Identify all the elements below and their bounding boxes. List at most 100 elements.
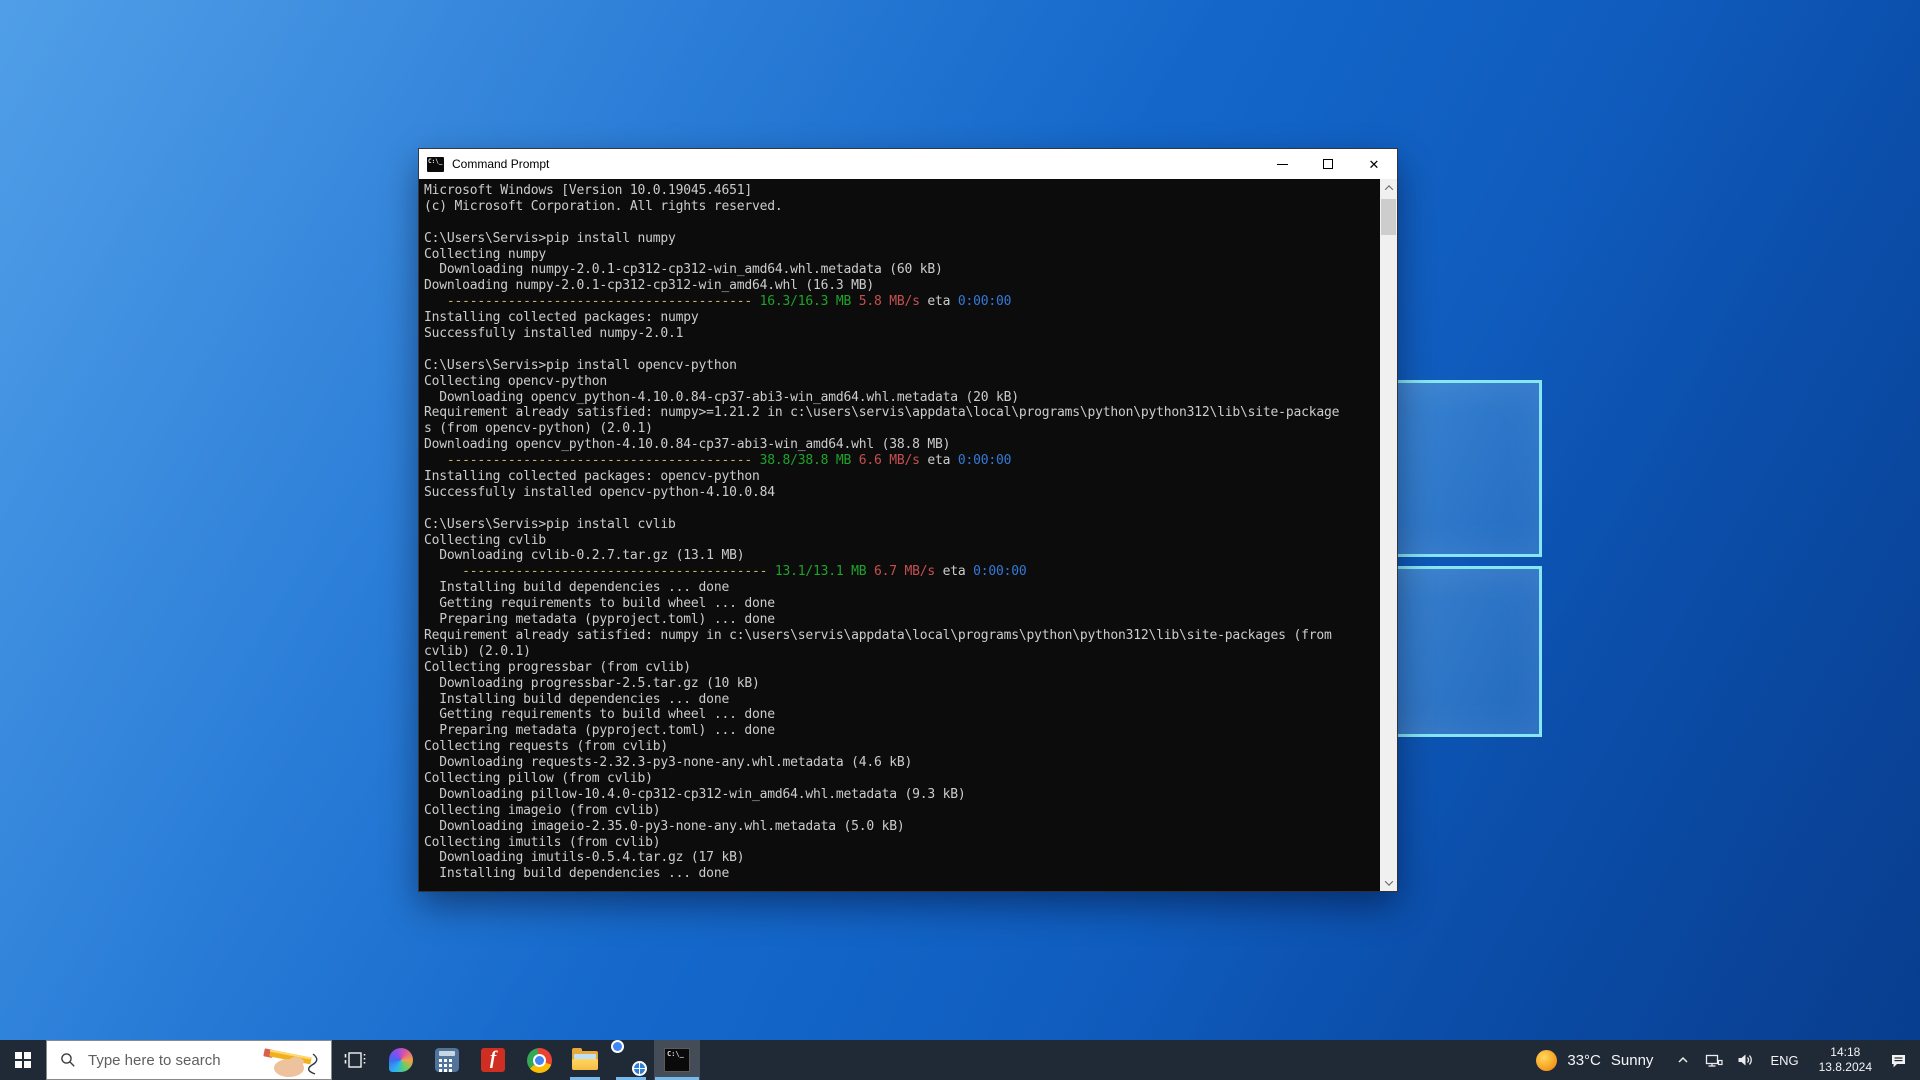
close-button[interactable]: ✕ <box>1351 149 1397 179</box>
cmd-window-icon: C:\_ <box>427 156 444 172</box>
terminal-line: Installing collected packages: opencv-py… <box>424 469 760 485</box>
terminal-line: Downloading progressbar-2.5.tar.gz (10 k… <box>424 675 760 691</box>
terminal-line: Downloading numpy-2.0.1-cp312-cp312-win_… <box>424 262 943 278</box>
terminal-line: Collecting pillow (from cvlib) <box>424 770 653 786</box>
terminal-line: ----------------------------------------… <box>462 564 1027 580</box>
terminal-output[interactable]: Microsoft Windows [Version 10.0.19045.46… <box>419 179 1380 891</box>
terminal-line: Collecting imutils (from cvlib) <box>424 834 661 850</box>
terminal-line: Installing build dependencies ... done <box>424 580 730 596</box>
copilot-icon <box>389 1048 413 1072</box>
terminal-line: Downloading opencv_python-4.10.0.84-cp37… <box>424 389 1019 405</box>
task-view-icon <box>344 1052 366 1068</box>
terminal-line: Collecting cvlib <box>424 532 547 548</box>
scrollbar[interactable] <box>1380 179 1397 891</box>
minimize-button[interactable] <box>1259 149 1305 179</box>
terminal-line: Getting requirements to build wheel ... … <box>424 596 775 612</box>
taskbar-item-task-view[interactable] <box>332 1040 378 1080</box>
clock-date: 13.8.2024 <box>1818 1060 1872 1074</box>
command-prompt-window: C:\_ Command Prompt ✕ Microsoft Windows … <box>419 149 1397 891</box>
hand-with-pencil-illustration <box>263 1048 318 1077</box>
terminal-line: Installing build dependencies ... done <box>424 691 730 707</box>
volume-icon <box>1738 1054 1753 1066</box>
terminal-line: Downloading imageio-2.35.0-py3-none-any.… <box>424 818 905 834</box>
weather-widget[interactable]: 33°C Sunny <box>1521 1049 1668 1071</box>
terminal-line: Downloading requests-2.32.3-py3-none-any… <box>424 755 913 771</box>
action-center-button[interactable] <box>1883 1040 1920 1080</box>
sun-icon <box>1536 1049 1558 1071</box>
action-center-icon <box>1892 1054 1905 1067</box>
start-button[interactable] <box>0 1040 46 1080</box>
terminal-line: Collecting numpy <box>424 246 547 262</box>
chrome-icon <box>526 1047 552 1073</box>
taskbar-item-copilot[interactable] <box>378 1040 424 1080</box>
terminal-line: (c) Microsoft Corporation. All rights re… <box>424 198 783 214</box>
weather-temperature: 33°C <box>1567 1051 1601 1069</box>
terminal-line: Installing collected packages: numpy <box>424 310 699 326</box>
taskbar-item-command-prompt[interactable]: C:\_ <box>654 1040 700 1080</box>
terminal-line: ----------------------------------------… <box>446 294 1012 310</box>
terminal-line: Successfully installed numpy-2.0.1 <box>424 326 684 342</box>
window-title: Command Prompt <box>452 157 550 171</box>
terminal-line: cvlib) (2.0.1) <box>424 643 531 659</box>
close-icon: ✕ <box>1368 156 1380 172</box>
taskbar: f C:\_ 33°C Sunny <box>0 1040 1920 1080</box>
terminal-line: Getting requirements to build wheel ... … <box>424 707 775 723</box>
command-prompt-icon: C:\_ <box>664 1048 690 1072</box>
taskbar-search[interactable] <box>46 1040 332 1080</box>
hidden-icons-button[interactable] <box>1668 1040 1698 1080</box>
taskbar-item-f-app[interactable]: f <box>470 1040 516 1080</box>
terminal-line: Collecting progressbar (from cvlib) <box>424 659 691 675</box>
minimize-icon <box>1276 163 1288 165</box>
terminal-line: Microsoft Windows [Version 10.0.19045.46… <box>424 183 752 198</box>
globe-badge-icon <box>631 1060 647 1076</box>
system-tray: 33°C Sunny ENG 14:18 13.8.2024 <box>1521 1040 1920 1080</box>
terminal-line: Collecting requests (from cvlib) <box>424 739 669 755</box>
clock-time: 14:18 <box>1830 1045 1861 1059</box>
scroll-down-button[interactable] <box>1380 874 1397 891</box>
calculator-icon <box>435 1048 459 1072</box>
language-indicator[interactable]: ENG <box>1761 1053 1807 1068</box>
maximize-button[interactable] <box>1305 149 1351 179</box>
scroll-up-button[interactable] <box>1380 179 1397 196</box>
scrollbar-thumb[interactable] <box>1381 199 1396 235</box>
title-bar[interactable]: C:\_ Command Prompt ✕ <box>419 149 1397 179</box>
volume-button[interactable] <box>1730 1040 1761 1080</box>
taskbar-item-calculator[interactable] <box>424 1040 470 1080</box>
terminal-line: C:\Users\Servis>pip install cvlib <box>424 516 676 532</box>
terminal-line: Collecting opencv-python <box>424 373 608 389</box>
windows-logo-icon <box>15 1052 31 1068</box>
terminal-line: Downloading imutils-0.5.4.tar.gz (17 kB) <box>424 850 745 866</box>
terminal-line: Preparing metadata (pyproject.toml) ... … <box>424 612 775 628</box>
chrome-profile-icon <box>618 1047 647 1076</box>
terminal-line: Downloading cvlib-0.2.7.tar.gz (13.1 MB) <box>424 548 745 564</box>
window-controls: ✕ <box>1259 149 1397 179</box>
terminal-line: ----------------------------------------… <box>446 453 1012 469</box>
desktop: C:\_ Command Prompt ✕ Microsoft Windows … <box>0 0 1920 1080</box>
weather-condition: Sunny <box>1610 1051 1654 1069</box>
file-explorer-icon <box>572 1047 598 1070</box>
terminal-line: Preparing metadata (pyproject.toml) ... … <box>424 723 775 739</box>
network-button[interactable] <box>1698 1040 1730 1080</box>
network-icon <box>1706 1054 1724 1067</box>
chevron-up-icon <box>1384 184 1393 194</box>
terminal-line: s (from opencv-python) (2.0.1) <box>424 421 653 437</box>
taskbar-item-file-explorer[interactable] <box>562 1040 608 1080</box>
terminal-line: Installing build dependencies ... done <box>424 866 730 882</box>
terminal-line: Successfully installed opencv-python-4.1… <box>424 484 775 500</box>
terminal-line: Downloading opencv_python-4.10.0.84-cp37… <box>424 437 951 453</box>
taskbar-item-chrome[interactable] <box>516 1040 562 1080</box>
search-input[interactable] <box>86 1050 261 1070</box>
taskbar-clock[interactable]: 14:18 13.8.2024 <box>1808 1045 1883 1075</box>
terminal-line: Collecting imageio (from cvlib) <box>424 802 661 818</box>
maximize-icon <box>1323 159 1333 169</box>
terminal-line: Downloading pillow-10.4.0-cp312-cp312-wi… <box>424 786 966 802</box>
terminal-line: C:\Users\Servis>pip install opencv-pytho… <box>424 357 737 373</box>
chevron-up-icon <box>1678 1056 1688 1063</box>
terminal-line: Requirement already satisfied: numpy>=1.… <box>424 405 1340 421</box>
taskbar-item-chrome-profile[interactable] <box>608 1040 654 1080</box>
terminal-line: C:\Users\Servis>pip install numpy <box>424 230 676 246</box>
search-icon <box>61 1053 75 1067</box>
terminal-line: Requirement already satisfied: numpy in … <box>424 627 1332 643</box>
